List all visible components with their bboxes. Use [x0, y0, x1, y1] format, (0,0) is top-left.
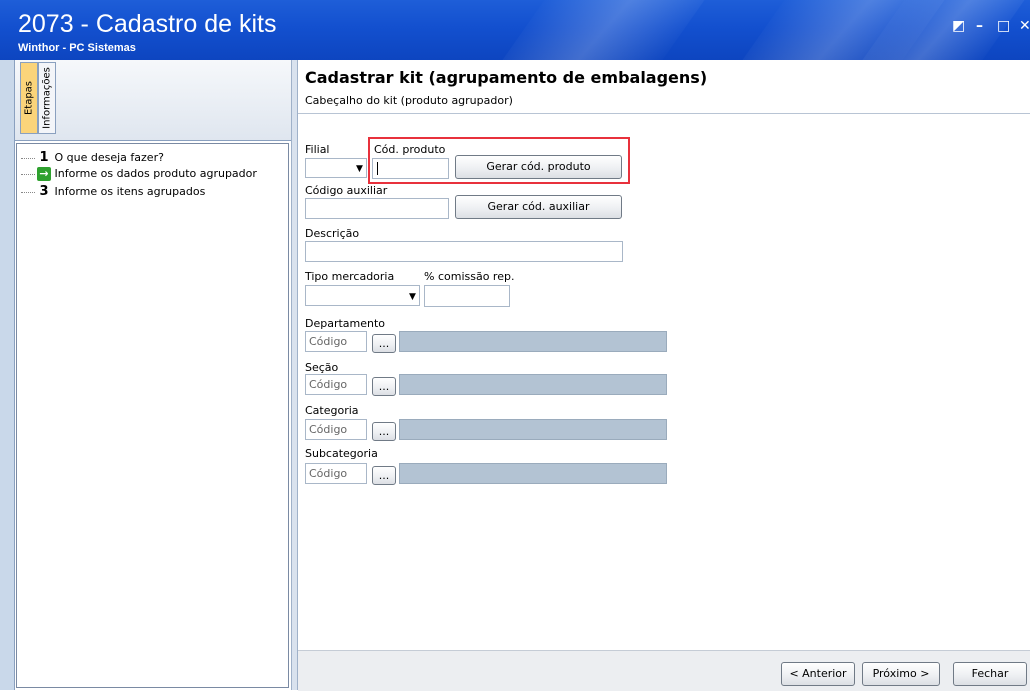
tab-informacoes-label: Informações	[41, 67, 53, 129]
departamento-label: Departamento	[305, 317, 386, 330]
categoria-descricao-field	[399, 419, 667, 440]
left-frame	[0, 60, 15, 690]
departamento-descricao-field	[399, 331, 667, 352]
tipo-mercadoria-combo[interactable]: ▼	[305, 285, 420, 306]
subcategoria-descricao-field	[399, 463, 667, 484]
restore-icon[interactable]: ◩	[952, 18, 965, 34]
anterior-button[interactable]: < Anterior	[781, 662, 855, 686]
descricao-input[interactable]	[305, 241, 623, 262]
step-item-1[interactable]: 1 O que deseja fazer?	[21, 150, 164, 166]
departamento-lookup-button[interactable]: ...	[372, 334, 396, 353]
tab-informacoes[interactable]: Informações	[38, 62, 56, 134]
subcategoria-codigo-input[interactable]: Código	[305, 463, 367, 484]
categoria-codigo-input[interactable]: Código	[305, 419, 367, 440]
window-subtitle: Winthor - PC Sistemas	[18, 42, 136, 54]
comissao-label: % comissão rep.	[424, 270, 515, 283]
chevron-down-icon[interactable]: ▼	[356, 164, 363, 174]
step-label: Informe os itens agrupados	[54, 185, 206, 198]
codigo-auxiliar-input[interactable]	[305, 198, 449, 219]
minimize-icon[interactable]: –	[976, 18, 983, 34]
categoria-label: Categoria	[305, 404, 359, 417]
step-tree: 1 O que deseja fazer? → Informe os dados…	[16, 143, 289, 688]
subcategoria-lookup-button[interactable]: ...	[372, 466, 396, 485]
departamento-codigo-input[interactable]: Código	[305, 331, 367, 352]
fechar-button[interactable]: Fechar	[953, 662, 1027, 686]
current-step-arrow-icon: →	[37, 167, 51, 181]
tab-etapas-label: Etapas	[23, 80, 35, 116]
panel-splitter[interactable]	[291, 60, 298, 690]
filial-combo[interactable]: ▼	[305, 158, 367, 178]
page-subtitle: Cabeçalho do kit (produto agrupador)	[305, 94, 513, 107]
side-tabstrip: Etapas Informações	[14, 60, 292, 141]
secao-label: Seção	[305, 361, 339, 374]
tipo-mercadoria-label: Tipo mercadoria	[305, 270, 395, 283]
descricao-label: Descrição	[305, 227, 360, 240]
window-title: 2073 - Cadastro de kits	[18, 10, 277, 38]
subcategoria-label: Subcategoria	[305, 447, 378, 460]
step-label: O que deseja fazer?	[54, 151, 164, 164]
secao-lookup-button[interactable]: ...	[372, 377, 396, 396]
header-divider	[298, 113, 1030, 114]
page-title: Cadastrar kit (agrupamento de embalagens…	[305, 68, 708, 87]
gerar-cod-auxiliar-button[interactable]: Gerar cód. auxiliar	[455, 195, 622, 219]
secao-descricao-field	[399, 374, 667, 395]
step-item-3[interactable]: 3 Informe os itens agrupados	[21, 184, 205, 200]
step-number: 1	[39, 150, 49, 165]
tab-etapas[interactable]: Etapas	[20, 62, 38, 134]
filial-label: Filial	[305, 143, 330, 156]
step-label: Informe os dados produto agrupador	[54, 167, 257, 180]
close-icon[interactable]: ✕	[1019, 18, 1030, 34]
maximize-icon[interactable]: □	[997, 18, 1010, 34]
step-number: 3	[39, 184, 49, 199]
categoria-lookup-button[interactable]: ...	[372, 422, 396, 441]
secao-codigo-input[interactable]: Código	[305, 374, 367, 395]
comissao-input[interactable]	[424, 285, 510, 307]
highlight-box	[368, 137, 630, 184]
codigo-auxiliar-label: Código auxiliar	[305, 184, 388, 197]
chevron-down-icon[interactable]: ▼	[409, 292, 416, 302]
proximo-button[interactable]: Próximo >	[862, 662, 940, 686]
step-item-2[interactable]: → Informe os dados produto agrupador	[21, 167, 257, 183]
